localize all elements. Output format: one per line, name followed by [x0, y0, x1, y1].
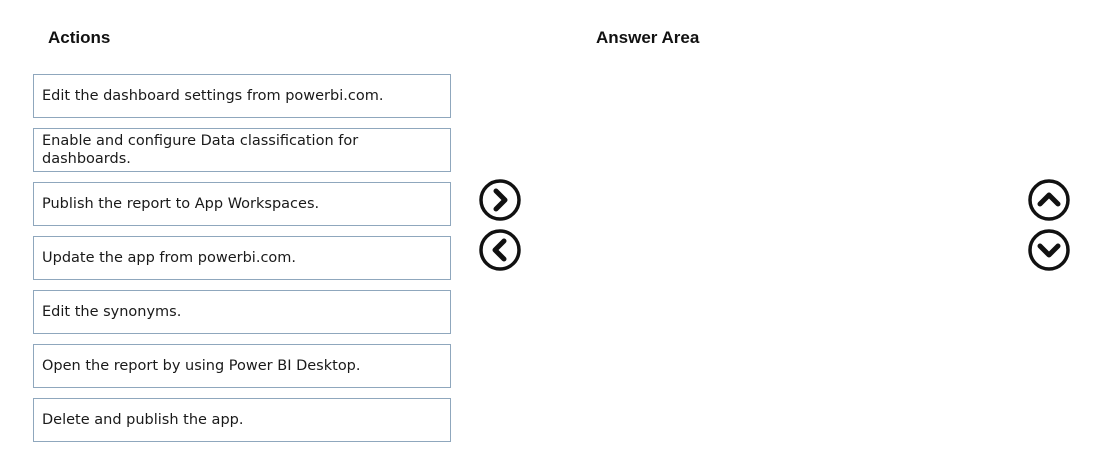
action-item-label: Enable and configure Data classification… — [42, 133, 359, 167]
action-item-update-app[interactable]: Update the app from powerbi.com. — [33, 236, 451, 280]
action-item-delete-publish-app[interactable]: Delete and publish the app. — [33, 398, 451, 442]
action-item-open-report-desktop[interactable]: Open the report by using Power BI Deskto… — [33, 344, 451, 388]
move-up-button[interactable] — [1027, 178, 1071, 222]
action-item-label: Open the report by using Power BI Deskto… — [42, 358, 361, 374]
chevron-down-circle-icon — [1028, 229, 1070, 271]
action-item-edit-dashboard-settings[interactable]: Edit the dashboard settings from powerbi… — [33, 74, 451, 118]
answer-area-heading: Answer Area — [596, 28, 700, 47]
answer-area[interactable] — [590, 74, 1008, 444]
action-item-publish-report[interactable]: Publish the report to App Workspaces. — [33, 182, 451, 226]
move-down-button[interactable] — [1027, 228, 1071, 272]
chevron-up-circle-icon — [1028, 179, 1070, 221]
action-item-label: Delete and publish the app. — [42, 412, 244, 428]
chevron-left-circle-icon — [479, 229, 521, 271]
action-item-label: Update the app from powerbi.com. — [42, 250, 297, 266]
move-right-button[interactable] — [478, 178, 522, 222]
action-item-enable-data-classification[interactable]: Enable and configure Data classification… — [33, 128, 451, 172]
action-item-label: Publish the report to App Workspaces. — [42, 196, 320, 212]
action-item-label: Edit the dashboard settings from powerbi… — [42, 88, 384, 104]
chevron-right-circle-icon — [479, 179, 521, 221]
action-item-edit-synonyms[interactable]: Edit the synonyms. — [33, 290, 451, 334]
action-item-label: Edit the synonyms. — [42, 304, 182, 320]
actions-heading: Actions — [48, 28, 111, 47]
actions-list: Edit the dashboard settings from powerbi… — [33, 74, 451, 452]
move-left-button[interactable] — [478, 228, 522, 272]
